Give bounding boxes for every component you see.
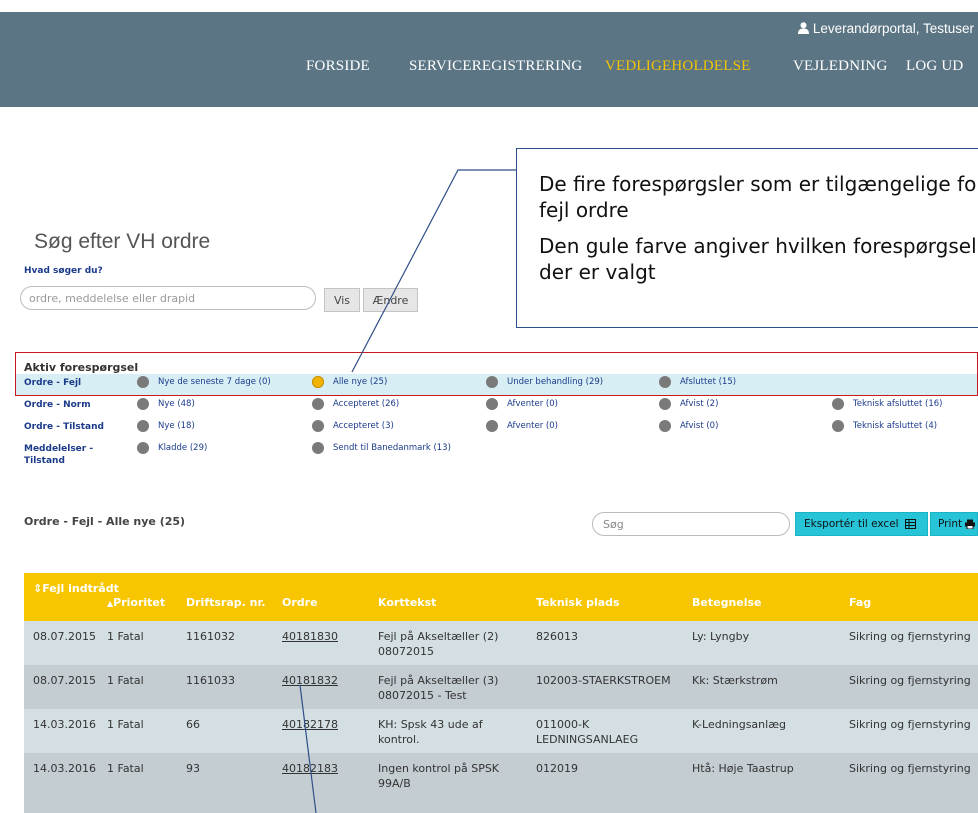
- annotation-pointer-line: [299, 684, 317, 813]
- annotation-connector-lines: [299, 169, 516, 813]
- callout-connector-line: [351, 169, 516, 373]
